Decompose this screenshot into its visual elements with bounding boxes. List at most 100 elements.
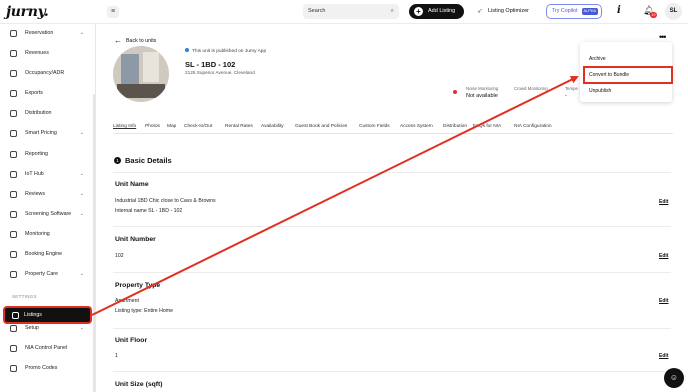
menu-item-unpublish[interactable]: Unpublish <box>589 88 611 94</box>
main-content: ← Back to units This unit is published on… <box>96 24 688 392</box>
divider <box>113 226 671 227</box>
sidebar-item-label: NIA Control Panel <box>25 345 68 351</box>
property-type-label: Property Type <box>115 282 161 289</box>
tab-faqs-for-nia[interactable]: FAQs for NIA <box>473 124 501 129</box>
sidebar-item-booking-engine[interactable]: Booking Engine <box>6 248 90 261</box>
collapse-sidebar-icon[interactable]: ≡ <box>107 6 119 18</box>
monitoring-icon <box>10 231 17 238</box>
try-copilot-button[interactable]: Try Copilot ALPHA <box>546 4 602 19</box>
more-options-icon[interactable]: ••• <box>659 32 667 42</box>
tab-rental-rates[interactable]: Rental Rates <box>225 124 253 129</box>
notification-badge: 10 <box>650 12 657 18</box>
tab-check-in-out[interactable]: Check-In/Out <box>184 124 212 129</box>
arrow-left-icon: ← <box>114 36 122 45</box>
promo-codes-icon <box>10 365 17 372</box>
copilot-label: Try Copilot <box>552 8 578 14</box>
sidebar-item-label: Distribution <box>25 110 52 116</box>
jurny-logo[interactable]: jurny. <box>6 4 49 20</box>
sidebar-scrollbar[interactable] <box>93 94 95 392</box>
sidebar-item-label: IoT Hub <box>25 171 44 177</box>
stat-value: - <box>565 93 567 99</box>
sidebar-item-occupancy-adr[interactable]: Occupancy/ADR <box>6 67 90 80</box>
listing-optimizer-button[interactable]: ➶ Listing Optimizer <box>472 4 538 19</box>
smart-pricing-icon <box>10 130 17 137</box>
add-listing-button[interactable]: + Add Listing <box>409 4 464 19</box>
sidebar-item-label: Exports <box>25 90 43 96</box>
add-listing-label: Add Listing <box>428 8 456 14</box>
crowd-monitoring-stat: Crowd Monitoring <box>514 86 548 93</box>
photo-wall <box>143 52 159 82</box>
sidebar-item-monitoring[interactable]: Monitoring <box>6 228 90 241</box>
menu-item-archive[interactable]: Archive <box>589 56 606 62</box>
listing-type-value: Listing type: Entire Home <box>115 308 173 314</box>
published-status: This unit is published on Jurny App <box>185 48 266 54</box>
tab-nia-configuration[interactable]: NIA Configuration <box>514 124 552 129</box>
stat-value: Not available <box>466 93 498 99</box>
edit-unit-number-link[interactable]: Edit <box>659 253 668 259</box>
sidebar-item-label: Setup <box>25 325 39 331</box>
convert-to-bundle-highlight <box>583 66 673 84</box>
photo-sofa <box>117 84 165 98</box>
sidebar-item-label: Monitoring <box>25 231 50 237</box>
unit-name-label: Unit Name <box>115 181 149 188</box>
sidebar-item-label: Reporting <box>25 151 48 157</box>
stat-label: Noise Monitoring <box>466 86 499 91</box>
sidebar-item-smart-pricing[interactable]: Smart Pricing ⌄ <box>6 127 90 140</box>
temperature-stat: Tempe - <box>565 86 578 99</box>
stat-label: Crowd Monitoring <box>514 86 548 91</box>
search-input[interactable]: Search ⌕ <box>303 4 399 19</box>
reviews-icon <box>10 191 17 198</box>
property-care-icon <box>10 271 17 278</box>
back-to-units-link[interactable]: ← Back to units <box>114 36 156 45</box>
sidebar-item-label: Promo Codes <box>25 365 58 371</box>
info-icon[interactable]: i <box>617 5 621 16</box>
tab-custom-fields[interactable]: Custom Fields <box>359 124 390 129</box>
stat-label: Tempe <box>565 86 578 91</box>
alpha-badge: ALPHA <box>581 8 598 15</box>
chevron-down-icon: ⌄ <box>79 211 84 217</box>
divider <box>113 272 671 273</box>
edit-property-type-link[interactable]: Edit <box>659 298 668 304</box>
sidebar-item-setup[interactable]: Setup ⌄ <box>6 322 90 335</box>
sidebar-item-reporting[interactable]: Reporting <box>6 148 90 161</box>
sidebar-item-reservation[interactable]: Reservation ⌄ <box>6 27 90 40</box>
chevron-down-icon: ⌄ <box>79 30 84 36</box>
search-icon: ⌕ <box>390 8 394 14</box>
sidebar-item-screening-software[interactable]: Screening Software ⌄ <box>6 208 90 221</box>
tab-listing-info[interactable]: Listing Info <box>113 124 136 129</box>
plus-icon: + <box>414 7 423 16</box>
sidebar-item-nia-control-panel[interactable]: NIA Control Panel <box>6 342 90 355</box>
listing-tabs: Listing Info Photos Map Check-In/Out Ren… <box>113 124 673 134</box>
chevron-down-icon: ⌄ <box>79 325 84 331</box>
divider <box>113 328 671 329</box>
unit-floor-value: 1 <box>115 353 118 359</box>
listing-optimizer-label: Listing Optimizer <box>488 8 529 14</box>
published-text: This unit is published on Jurny App <box>192 49 267 54</box>
section-title: Basic Details <box>125 156 172 165</box>
nia-control-panel-icon <box>10 345 17 352</box>
tab-availability[interactable]: Availability <box>261 124 284 129</box>
edit-unit-name-link[interactable]: Edit <box>659 199 668 205</box>
property-type-value: Apartment <box>115 298 139 304</box>
sidebar-item-label: Property Care <box>25 271 58 277</box>
tab-guest-book-policies[interactable]: Guest Book and Policies <box>295 124 347 129</box>
divider <box>113 172 671 173</box>
tab-photos[interactable]: Photos <box>145 124 160 129</box>
edit-unit-floor-link[interactable]: Edit <box>659 353 668 359</box>
user-avatar[interactable]: SL <box>665 3 682 20</box>
sidebar-item-reviews[interactable]: Reviews ⌄ <box>6 188 90 201</box>
tab-map[interactable]: Map <box>167 124 176 129</box>
sidebar-item-label: Booking Engine <box>25 251 63 257</box>
sidebar-item-distribution[interactable]: Distribution <box>6 107 90 120</box>
sidebar-item-revenues[interactable]: Revenues <box>6 47 90 60</box>
sidebar-item-exports[interactable]: Exports <box>6 87 90 100</box>
tab-access-system[interactable]: Access System <box>400 124 433 129</box>
sidebar-item-property-care[interactable]: Property Care ⌄ <box>6 268 90 281</box>
chevron-down-icon: ⌄ <box>79 130 84 136</box>
sidebar-item-label: Screening Software <box>25 211 72 217</box>
booking-engine-icon <box>10 251 17 258</box>
tab-distribution[interactable]: Distribution <box>443 124 467 129</box>
sidebar-item-promo-codes[interactable]: Promo Codes <box>6 362 90 375</box>
chat-support-icon[interactable]: ☺ <box>664 368 684 388</box>
sidebar-item-iot-hub[interactable]: IoT Hub ⌄ <box>6 168 90 181</box>
